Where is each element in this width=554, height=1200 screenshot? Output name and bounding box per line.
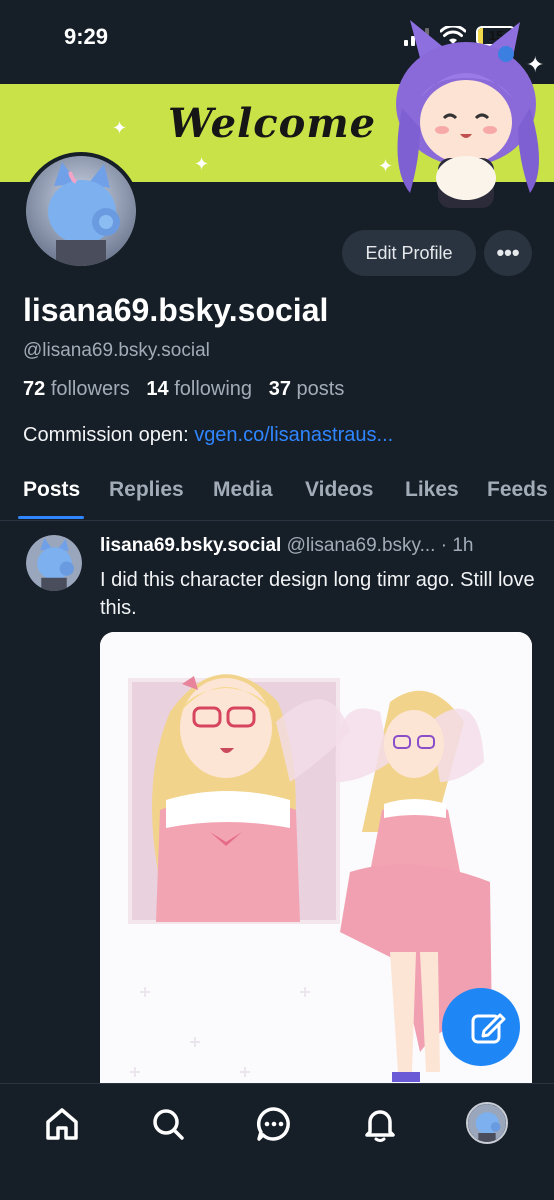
tab-videos[interactable]: Videos [305,478,373,502]
following-count: 14 [146,378,169,400]
post-author-avatar[interactable] [26,535,82,591]
posts-stat: 37 posts [269,378,345,400]
home-icon[interactable] [42,1104,82,1144]
tab-likes[interactable]: Likes [405,478,459,502]
tab-posts[interactable]: Posts [23,478,80,502]
tab-replies[interactable]: Replies [109,478,184,502]
profile-avatar[interactable] [466,1102,508,1144]
more-options-button[interactable]: ••• [484,230,532,276]
active-tab-indicator [18,516,84,519]
status-time: 9:29 [64,24,109,49]
post-author-handle: @lisana69.bsky... [286,535,436,556]
sparkle-icon: ✦ [194,154,210,174]
sparkle-icon: ✦ [112,118,128,138]
post-author-name[interactable]: lisana69.bsky.social [100,535,281,556]
profile-bio: Commission open: vgen.co/lisanastraus... [23,424,393,447]
banner-chibi-illustration [396,20,539,208]
post-header: lisana69.bsky.social @lisana69.bsky... ·… [100,535,473,557]
banner-welcome-text: Welcome [168,100,377,147]
posts-label: posts [296,378,345,400]
profile-stats: 72 followers 14 following 37 posts [23,378,344,401]
posts-count: 37 [268,378,291,400]
profile-handle: @lisana69.bsky.social [23,340,210,361]
tab-feeds[interactable]: Feeds [487,478,548,502]
avatar-illustration [26,156,136,266]
bio-text: Commission open: [23,424,195,446]
profile-avatar[interactable] [22,152,140,270]
bell-icon[interactable] [360,1104,400,1144]
edit-profile-button[interactable]: Edit Profile [342,230,476,276]
search-icon[interactable] [148,1104,188,1144]
bio-link[interactable]: vgen.co/lisanastraus... [194,424,393,446]
avatar-illustration [26,535,82,591]
avatar-illustration [468,1104,506,1142]
following-label: following [174,378,253,400]
followers-label: followers [50,378,130,400]
tab-media[interactable]: Media [213,478,273,502]
post-time: · 1h [435,535,474,556]
profile-tabs: Posts Replies Media Videos Likes Feeds [0,474,554,521]
followers-link[interactable]: 72 followers [23,378,130,400]
post-text: I did this character design long timr ag… [100,569,535,619]
compose-button[interactable] [442,988,520,1066]
followers-count: 72 [23,378,46,400]
following-link[interactable]: 14 following [146,378,252,400]
compose-icon [471,1013,506,1044]
chat-icon[interactable] [254,1104,294,1144]
profile-display-name: lisana69.bsky.social [23,292,329,328]
